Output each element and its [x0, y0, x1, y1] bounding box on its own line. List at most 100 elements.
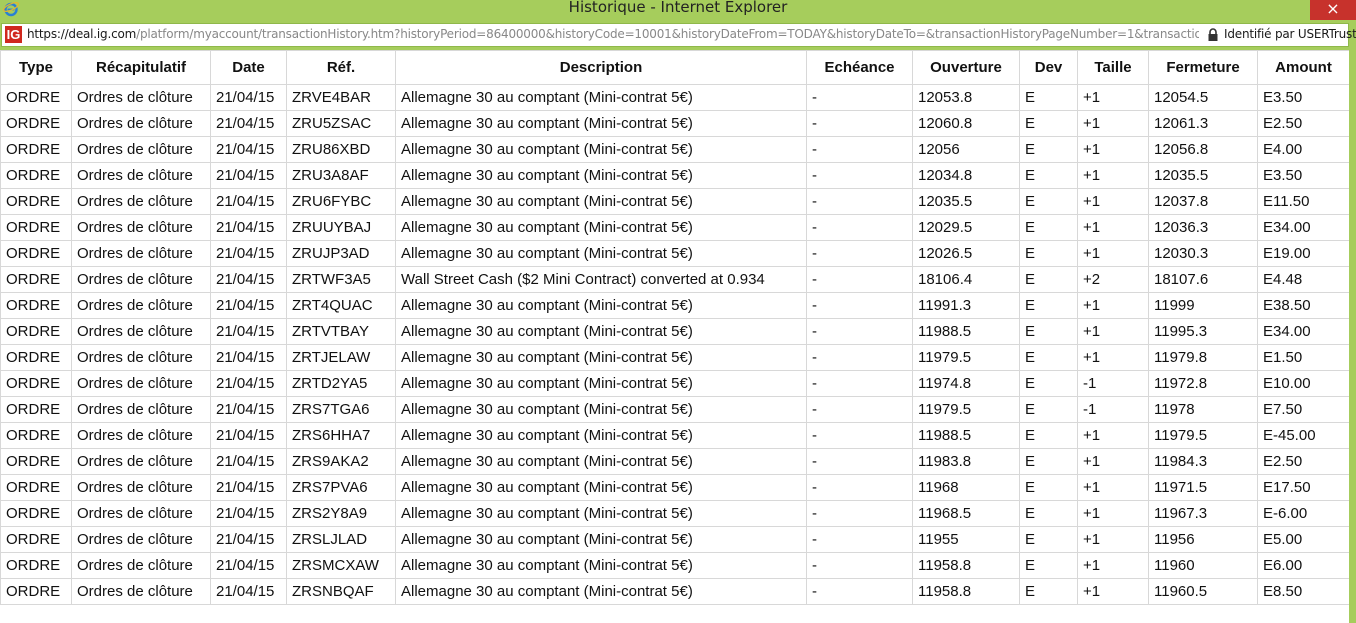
cell-date: 21/04/15 [210, 500, 287, 527]
cell-type: ORDRE [0, 344, 72, 371]
cell-ouverture: 11983.8 [912, 448, 1020, 475]
cell-amount: E4.48 [1257, 266, 1349, 293]
cell-date: 21/04/15 [210, 578, 287, 605]
cell-dev: E [1019, 292, 1078, 319]
cell-echeance: - [806, 136, 913, 163]
table-row: ORDRE Ordres de clôture 21/04/15 ZRSNBQAF Al… [0, 578, 1349, 605]
table-row: ORDRE Ordres de clôture 21/04/15 ZRUJP3AD Al… [0, 240, 1349, 267]
cell-taille: +2 [1077, 266, 1149, 293]
cell-amount: E34.00 [1257, 214, 1349, 241]
cell-ref: ZRU86XBD [286, 136, 396, 163]
cell-amount: E10.00 [1257, 370, 1349, 397]
cell-description: Allemagne 30 au comptant (Mini-contrat 5… [395, 422, 807, 449]
address-bar[interactable]: IG https://deal.ig.com/platform/myaccoun… [1, 23, 1356, 47]
cell-recapitulatif: Ordres de clôture [71, 500, 211, 527]
cell-date: 21/04/15 [210, 552, 287, 579]
cell-fermeture: 11979.5 [1148, 422, 1258, 449]
cell-echeance: - [806, 292, 913, 319]
cell-dev: E [1019, 396, 1078, 423]
table-body: ORDRE Ordres de clôture 21/04/15 ZRVE4BAR Al… [0, 84, 1349, 605]
cell-type: ORDRE [0, 110, 72, 137]
table-row: ORDRE Ordres de clôture 21/04/15 ZRSLJLAD Al… [0, 526, 1349, 553]
cell-description: Allemagne 30 au comptant (Mini-contrat 5… [395, 162, 807, 189]
cell-amount: E2.50 [1257, 110, 1349, 137]
cell-description: Allemagne 30 au comptant (Mini-contrat 5… [395, 240, 807, 267]
cell-type: ORDRE [0, 266, 72, 293]
cell-dev: E [1019, 500, 1078, 527]
cell-taille: +1 [1077, 500, 1149, 527]
url-text[interactable]: https://deal.ig.com/platform/myaccount/t… [27, 27, 1199, 43]
cell-dev: E [1019, 474, 1078, 501]
cell-ref: ZRU6FYBC [286, 188, 396, 215]
cell-dev: E [1019, 578, 1078, 605]
cell-description: Allemagne 30 au comptant (Mini-contrat 5… [395, 552, 807, 579]
cell-taille: -1 [1077, 396, 1149, 423]
cell-taille: +1 [1077, 318, 1149, 345]
cell-dev: E [1019, 422, 1078, 449]
table-row: ORDRE Ordres de clôture 21/04/15 ZRTVTBAY Al… [0, 318, 1349, 345]
cell-ref: ZRTD2YA5 [286, 370, 396, 397]
cell-fermeture: 11960.5 [1148, 578, 1258, 605]
cell-echeance: - [806, 266, 913, 293]
cell-recapitulatif: Ordres de clôture [71, 474, 211, 501]
cell-ouverture: 18106.4 [912, 266, 1020, 293]
table-row: ORDRE Ordres de clôture 21/04/15 ZRS2Y8A9 Al… [0, 500, 1349, 527]
cell-dev: E [1019, 240, 1078, 267]
header-date: Date [210, 50, 287, 85]
cell-ref: ZRVE4BAR [286, 84, 396, 111]
cell-fermeture: 12061.3 [1148, 110, 1258, 137]
cell-recapitulatif: Ordres de clôture [71, 448, 211, 475]
cell-type: ORDRE [0, 578, 72, 605]
header-amount: Amount [1257, 50, 1349, 85]
cell-ref: ZRSMCXAW [286, 552, 396, 579]
cell-echeance: - [806, 578, 913, 605]
cell-description: Allemagne 30 au comptant (Mini-contrat 5… [395, 396, 807, 423]
cell-dev: E [1019, 136, 1078, 163]
cell-fermeture: 11972.8 [1148, 370, 1258, 397]
close-button[interactable]: × [1310, 0, 1356, 20]
cell-description: Allemagne 30 au comptant (Mini-contrat 5… [395, 292, 807, 319]
cell-dev: E [1019, 318, 1078, 345]
table-row: ORDRE Ordres de clôture 21/04/15 ZRT4QUAC Al… [0, 292, 1349, 319]
table-row: ORDRE Ordres de clôture 21/04/15 ZRU5ZSAC Al… [0, 110, 1349, 137]
cell-type: ORDRE [0, 500, 72, 527]
cell-description: Allemagne 30 au comptant (Mini-contrat 5… [395, 318, 807, 345]
cell-recapitulatif: Ordres de clôture [71, 266, 211, 293]
cell-ouverture: 11958.8 [912, 552, 1020, 579]
table-row: ORDRE Ordres de clôture 21/04/15 ZRS9AKA2 Al… [0, 448, 1349, 475]
window-titlebar: Historique - Internet Explorer × [0, 0, 1356, 20]
cell-amount: E3.50 [1257, 84, 1349, 111]
header-type: Type [0, 50, 72, 85]
cell-ouverture: 12035.5 [912, 188, 1020, 215]
cell-fermeture: 12056.8 [1148, 136, 1258, 163]
cell-date: 21/04/15 [210, 474, 287, 501]
cell-date: 21/04/15 [210, 526, 287, 553]
cell-date: 21/04/15 [210, 292, 287, 319]
cell-amount: E8.50 [1257, 578, 1349, 605]
cell-echeance: - [806, 344, 913, 371]
lock-icon[interactable] [1207, 28, 1219, 42]
cell-echeance: - [806, 240, 913, 267]
cell-date: 21/04/15 [210, 84, 287, 111]
cell-echeance: - [806, 396, 913, 423]
cell-amount: E7.50 [1257, 396, 1349, 423]
cell-dev: E [1019, 370, 1078, 397]
cell-dev: E [1019, 266, 1078, 293]
cell-recapitulatif: Ordres de clôture [71, 578, 211, 605]
cell-taille: +1 [1077, 162, 1149, 189]
cell-ouverture: 12029.5 [912, 214, 1020, 241]
cell-description: Allemagne 30 au comptant (Mini-contrat 5… [395, 578, 807, 605]
header-taille: Taille [1077, 50, 1149, 85]
cell-recapitulatif: Ordres de clôture [71, 422, 211, 449]
cell-echeance: - [806, 474, 913, 501]
cell-description: Allemagne 30 au comptant (Mini-contrat 5… [395, 526, 807, 553]
cell-date: 21/04/15 [210, 214, 287, 241]
cell-ref: ZRS7PVA6 [286, 474, 396, 501]
cell-dev: E [1019, 526, 1078, 553]
cell-fermeture: 11967.3 [1148, 500, 1258, 527]
cell-fermeture: 18107.6 [1148, 266, 1258, 293]
cell-recapitulatif: Ordres de clôture [71, 188, 211, 215]
cell-taille: +1 [1077, 578, 1149, 605]
cell-fermeture: 11979.8 [1148, 344, 1258, 371]
certificate-label[interactable]: Identifié par USERTrust [1224, 27, 1356, 41]
